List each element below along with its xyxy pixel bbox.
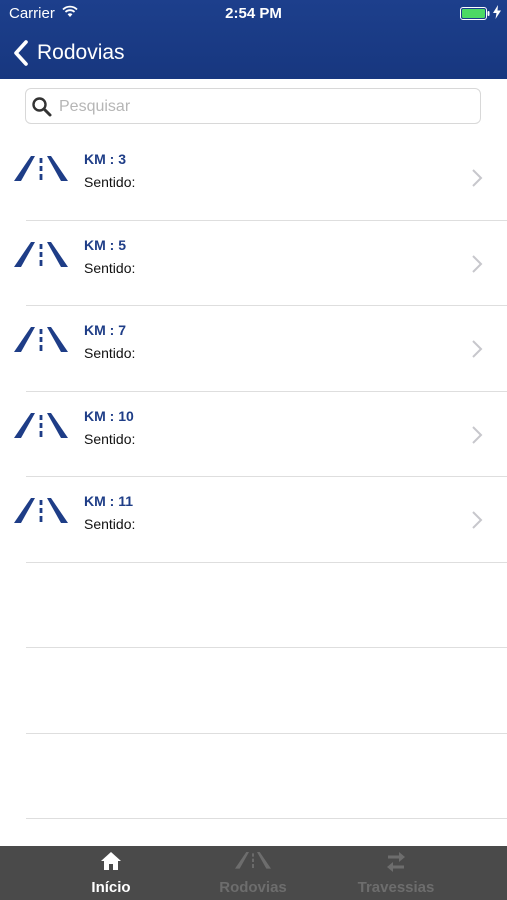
road-icon [14, 412, 68, 438]
empty-row [0, 563, 507, 648]
sentido-label: Sentido: [84, 174, 136, 190]
tab-label: Travessias [357, 879, 435, 896]
list-item[interactable]: KM : 5 Sentido: [0, 221, 507, 306]
km-label: KM : 11 [84, 493, 134, 509]
road-icon [14, 241, 68, 267]
navigation-bar: Rodovias [0, 28, 507, 79]
list-item[interactable]: KM : 11 Sentido: [0, 477, 507, 563]
back-button-label: Rodovias [37, 41, 125, 64]
chevron-right-icon [472, 340, 483, 358]
road-icon [235, 852, 271, 869]
back-button[interactable]: Rodovias [12, 36, 125, 70]
charging-bolt-icon [493, 5, 501, 19]
sentido-label: Sentido: [84, 516, 136, 532]
swap-arrows-icon [387, 852, 405, 872]
status-time: 2:54 PM [225, 5, 282, 22]
chevron-right-icon [472, 511, 483, 529]
list-item[interactable]: KM : 10 Sentido: [0, 392, 507, 477]
chevron-right-icon [472, 425, 483, 444]
search-placeholder: Pesquisar [59, 98, 131, 115]
chevron-right-icon [472, 254, 483, 273]
battery-icon [460, 7, 490, 20]
road-icon [14, 498, 68, 523]
tab-travessias[interactable]: Travessias [311, 846, 481, 900]
km-label: KM : 3 [84, 151, 126, 167]
app-header: Carrier 2:54 PM Rodovias [0, 0, 507, 79]
home-icon [101, 852, 121, 870]
empty-row [0, 734, 507, 819]
status-bar: Carrier 2:54 PM [0, 0, 507, 28]
search-icon [32, 97, 52, 117]
empty-row [0, 648, 507, 734]
road-icon [14, 327, 68, 352]
sentido-label: Sentido: [84, 430, 136, 447]
rodovia-list: KM : 3 Sentido: KM : 5 Sentido: KM : 7 S… [0, 135, 507, 819]
row-separator [26, 818, 507, 819]
sentido-label: Sentido: [84, 259, 136, 276]
km-label: KM : 10 [84, 407, 134, 424]
sentido-label: Sentido: [84, 345, 136, 361]
search-input[interactable]: Pesquisar [25, 88, 481, 124]
road-icon [14, 156, 68, 181]
chevron-right-icon [472, 169, 483, 187]
chevron-left-icon [14, 40, 28, 66]
km-label: KM : 5 [84, 236, 126, 253]
tab-bar: Início Rodovias Travessias [0, 846, 507, 900]
list-item[interactable]: KM : 3 Sentido: [0, 135, 507, 221]
list-item[interactable]: KM : 7 Sentido: [0, 306, 507, 392]
km-label: KM : 7 [84, 322, 126, 338]
